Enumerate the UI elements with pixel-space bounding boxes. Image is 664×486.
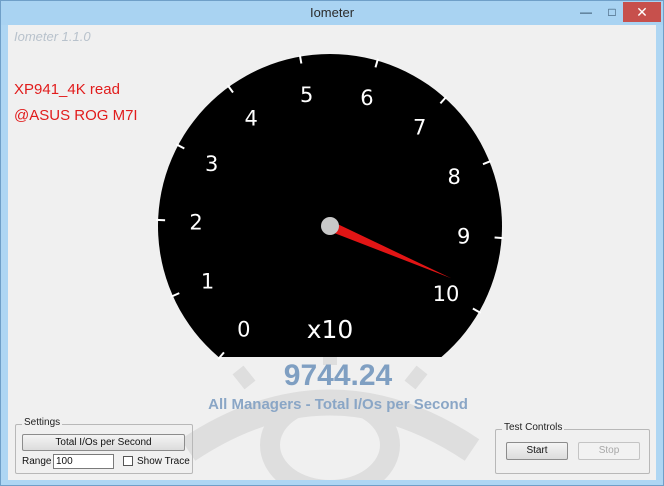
stop-button[interactable]: Stop [578, 442, 640, 460]
gauge-tick-label-8: 8 [448, 165, 461, 189]
gauge-tick-label-3: 3 [205, 152, 218, 176]
test-note-line2: @ASUS ROG M7I [14, 107, 138, 124]
show-trace-label: Show Trace [137, 456, 190, 467]
gauge-tick-label-1: 1 [201, 270, 214, 294]
iometer-window: Iometer — □ ✕ 0 1 2 3 4 5 6 7 8 9 10 x10 Iometer 1… [0, 0, 664, 486]
window-title: Iometer [309, 5, 355, 20]
gauge-tick-label-10: 10 [433, 282, 460, 306]
readout-caption: All Managers - Total I/Os per Second [208, 396, 468, 413]
gauge-multiplier-label: x10 [307, 315, 354, 344]
gauge-tick-label-9: 9 [457, 224, 470, 248]
settings-group: Settings Total I/Os per Second Range 100… [15, 417, 193, 474]
gauge-tick-label-6: 6 [360, 86, 373, 110]
test-note-line1: XP941_4K read [14, 81, 120, 98]
range-label: Range [22, 456, 52, 467]
gauge-tick-label-0: 0 [237, 318, 250, 342]
maximize-button[interactable]: □ [599, 2, 625, 22]
gauge-dial [158, 54, 503, 357]
test-controls-group: Test Controls Start Stop [495, 422, 650, 474]
gauge-tick-label-7: 7 [413, 115, 426, 139]
range-input[interactable]: 100 [53, 454, 114, 469]
gauge-tick-label-5: 5 [300, 83, 313, 107]
start-button[interactable]: Start [506, 442, 568, 460]
minimize-button[interactable]: — [573, 2, 599, 22]
version-label: Iometer 1.1.0 [14, 29, 91, 44]
presentation-area: 0 1 2 3 4 5 6 7 8 9 10 x10 Iometer 1.1.0 XP941_4K … [8, 25, 656, 480]
gauge-tick-9 [494, 236, 504, 240]
close-button[interactable]: ✕ [623, 2, 661, 22]
gauge-tick-label-2: 2 [189, 210, 202, 234]
settings-title: Settings [22, 417, 63, 428]
title-bar[interactable]: Iometer — □ ✕ [1, 1, 663, 25]
metric-select-button[interactable]: Total I/Os per Second [22, 434, 185, 451]
test-controls-title: Test Controls [502, 422, 565, 433]
gauge-needle-hub [321, 217, 339, 235]
readout-value: 9744.24 [283, 359, 393, 392]
gauge-tick-label-4: 4 [245, 107, 258, 131]
show-trace-checkbox[interactable] [123, 456, 133, 466]
